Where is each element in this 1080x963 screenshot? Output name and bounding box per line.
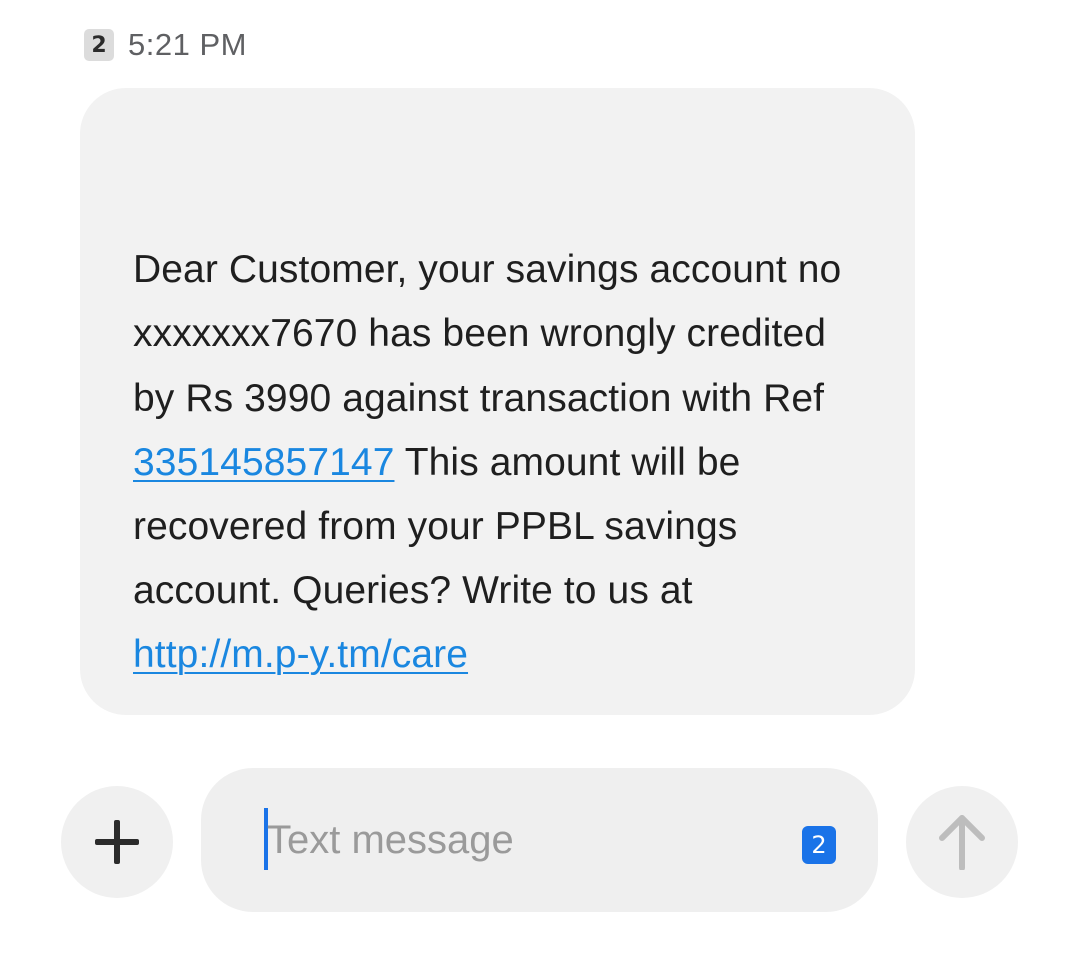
compose-field-container[interactable]: 2 <box>201 768 878 912</box>
message-meta: 2 5:21 PM <box>84 27 247 62</box>
message-body: Dear Customer, your savings account no x… <box>133 174 875 688</box>
text-message-input[interactable] <box>267 810 787 870</box>
messages-screen: 2 5:21 PM Dear Customer, your savings ac… <box>0 0 1080 963</box>
care-url-link[interactable]: http://m.p-y.tm/care <box>133 633 468 676</box>
plus-icon <box>95 820 139 864</box>
message-timestamp: 5:21 PM <box>128 27 247 62</box>
add-attachment-button[interactable] <box>61 786 173 898</box>
sim-selector-button[interactable]: 2 <box>802 826 836 864</box>
send-button[interactable] <box>906 786 1018 898</box>
reference-number-link[interactable]: 335145857147 <box>133 441 394 484</box>
sim-badge: 2 <box>84 29 114 61</box>
message-bubble[interactable]: Dear Customer, your savings account no x… <box>80 88 915 715</box>
arrow-up-icon <box>939 815 985 870</box>
message-text-part-1: Dear Customer, your savings account no x… <box>133 248 842 420</box>
